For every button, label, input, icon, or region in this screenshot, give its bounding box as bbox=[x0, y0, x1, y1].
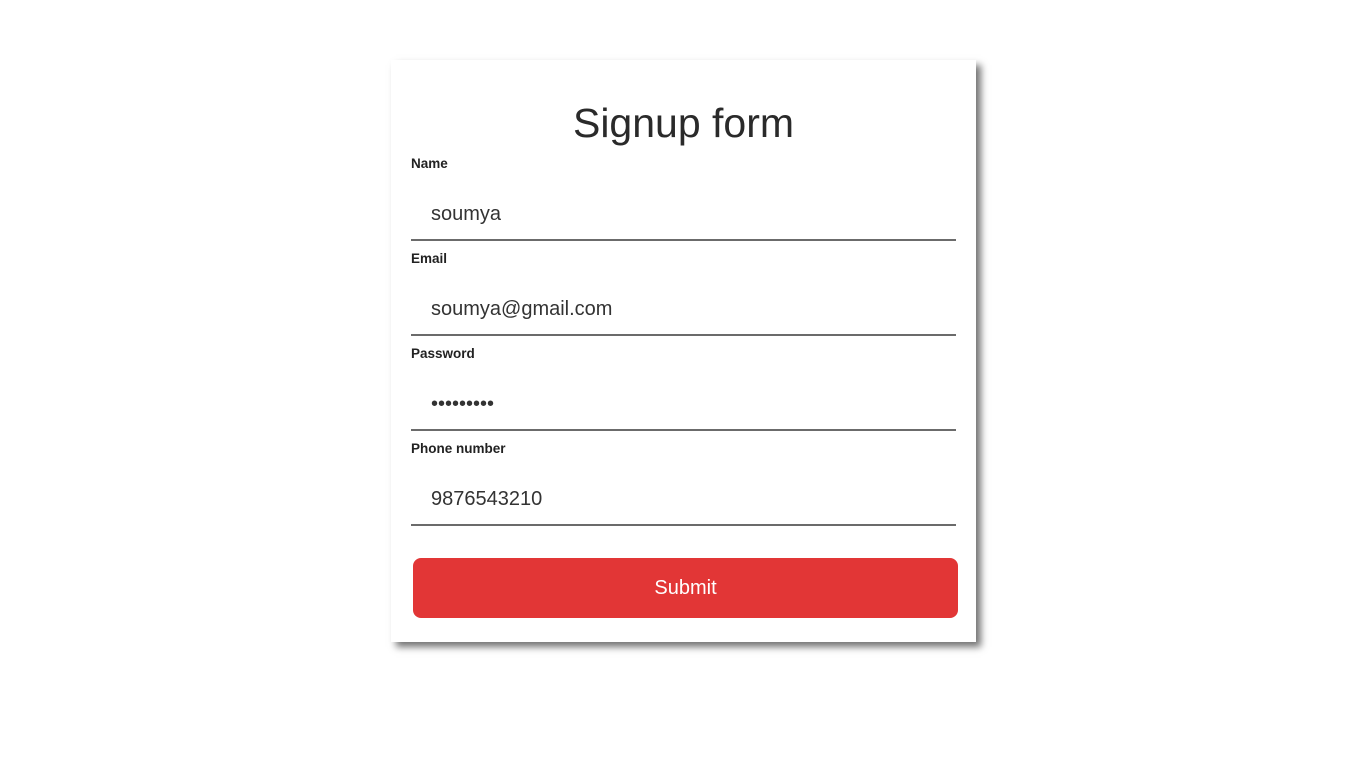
name-label: Name bbox=[411, 156, 448, 171]
phone-input[interactable] bbox=[411, 474, 956, 526]
phone-label: Phone number bbox=[411, 441, 506, 456]
email-input[interactable] bbox=[411, 284, 956, 336]
form-header: Signup form bbox=[391, 100, 976, 146]
email-label: Email bbox=[411, 251, 448, 266]
password-input[interactable] bbox=[411, 379, 956, 431]
form-title: Signup form bbox=[572, 100, 795, 146]
signup-card: Signup form Name Email Password Phone nu… bbox=[391, 60, 976, 642]
submit-button[interactable]: Submit bbox=[413, 558, 958, 618]
name-input[interactable] bbox=[411, 189, 956, 241]
password-label: Password bbox=[411, 346, 475, 361]
